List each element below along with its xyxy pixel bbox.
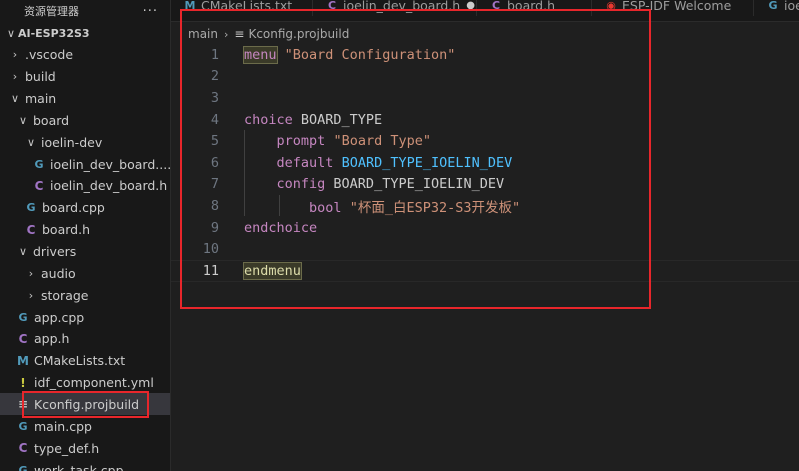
tree-item-label: board.h: [42, 222, 90, 238]
tree-folder[interactable]: ∨ ioelin-dev: [0, 131, 170, 153]
tree-item-label: app.cpp: [34, 309, 85, 325]
cpp-file-icon: G: [26, 201, 36, 215]
file-highlight-box: [22, 391, 149, 418]
tree-item-label: ioelin-dev: [41, 134, 103, 150]
tree-file[interactable]: M CMakeLists.txt: [0, 350, 170, 372]
chevron-right-icon: ›: [12, 48, 18, 62]
cpp-file-icon: G: [18, 419, 28, 433]
tab-label: ioe: [784, 0, 799, 13]
tree-item-label: idf_component.yml: [34, 375, 154, 391]
chevron-down-icon: ∨: [10, 92, 20, 106]
tree-item-label: AI-ESP32S3: [18, 26, 90, 40]
tree-item-label: main.cpp: [34, 418, 92, 434]
c-header-icon: C: [18, 331, 28, 346]
tree-folder[interactable]: ∨ board: [0, 109, 170, 131]
chevron-down-icon: ∨: [18, 113, 28, 127]
tree-file[interactable]: Cioelin_dev_board.h: [0, 175, 170, 197]
tree-item-label: build: [25, 69, 56, 85]
tree-file[interactable]: Ctype_def.h: [0, 437, 170, 459]
tree-folder[interactable]: ∨ main: [0, 88, 170, 110]
tree-item-label: .vscode: [25, 47, 74, 63]
tree-item-label: ioelin_dev_board....: [49, 156, 171, 172]
c-header-icon: C: [26, 222, 36, 237]
chevron-down-icon: ∨: [6, 26, 16, 40]
editor-tab[interactable]: Gioe: [754, 0, 799, 16]
tree-folder[interactable]: ∨ drivers: [0, 241, 170, 263]
tree-item-label: drivers: [33, 244, 77, 259]
cmake-file-icon: M: [17, 353, 29, 368]
tree-item-label: audio: [41, 265, 76, 281]
tree-item-label: type_def.h: [34, 440, 100, 456]
tree-file[interactable]: Cboard.h: [0, 219, 170, 241]
tree-file[interactable]: Gwork_task.cpp: [0, 459, 170, 471]
tree-file[interactable]: Capp.h: [0, 328, 170, 350]
tree-item-label: app.h: [34, 331, 70, 347]
c-header-icon: C: [18, 441, 28, 456]
chevron-right-icon: ›: [12, 70, 18, 84]
cpp-file-icon: G: [34, 157, 44, 171]
tree-file[interactable]: Gioelin_dev_board....: [0, 153, 171, 175]
tree-folder[interactable]: › audio: [0, 262, 170, 284]
tree-item-label: work_task.cpp: [34, 462, 124, 471]
chevron-down-icon: ∨: [26, 135, 36, 149]
chevron-right-icon: ›: [28, 288, 34, 302]
c-header-icon: C: [34, 178, 44, 193]
cpp-file-icon: G: [18, 310, 28, 324]
tree-item-label: main: [25, 91, 57, 107]
yaml-file-icon: !: [20, 375, 26, 390]
tree-item-label: board: [33, 112, 70, 128]
cpp-file-icon: G: [18, 463, 28, 471]
tree-item-label: ioelin_dev_board.h: [50, 178, 168, 194]
tree-folder[interactable]: › .vscode: [0, 44, 170, 66]
explorer-header: 资源管理器 ···: [0, 0, 170, 22]
tree-folder[interactable]: ∨ AI-ESP32S3: [0, 22, 170, 44]
chevron-right-icon: ›: [28, 266, 34, 280]
tree-item-label: CMakeLists.txt: [34, 353, 126, 369]
tree-file[interactable]: Gmain.cpp: [0, 415, 170, 437]
tree-folder[interactable]: › storage: [0, 284, 170, 306]
tree-item-label: board.cpp: [42, 200, 105, 216]
more-actions-icon[interactable]: ···: [143, 4, 158, 19]
tree-file[interactable]: Gapp.cpp: [0, 306, 170, 328]
editor-highlight-box: [180, 9, 651, 309]
tree-file[interactable]: Gboard.cpp: [0, 197, 170, 219]
tree-folder[interactable]: › build: [0, 66, 170, 88]
explorer-title: 资源管理器: [24, 5, 79, 18]
cpp-file-icon: G: [768, 0, 778, 12]
chevron-down-icon: ∨: [18, 245, 28, 258]
tree-item-label: storage: [41, 287, 89, 303]
